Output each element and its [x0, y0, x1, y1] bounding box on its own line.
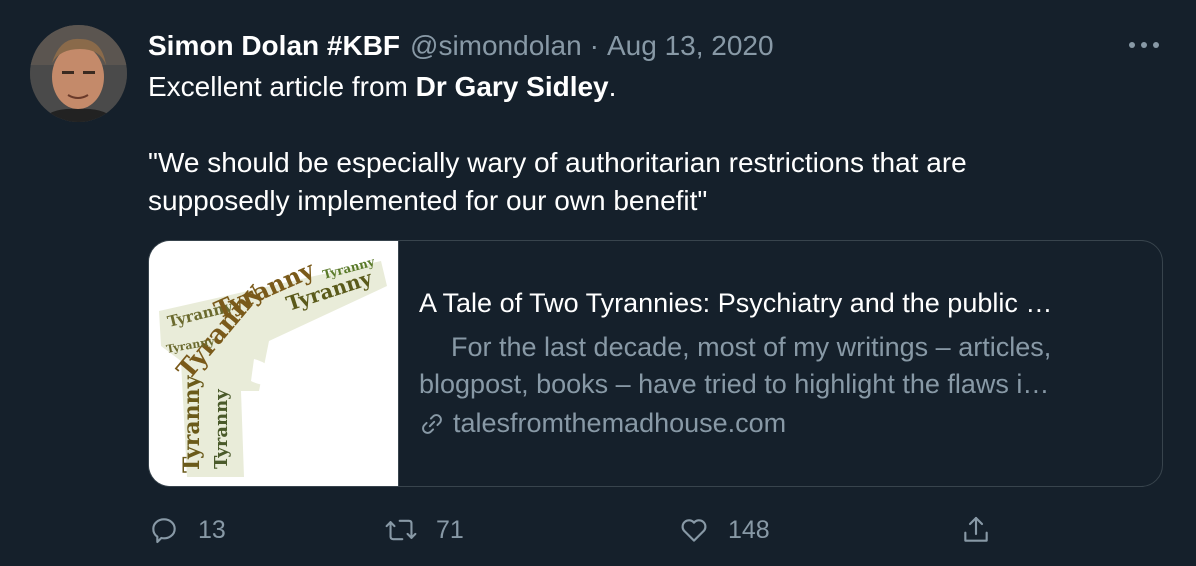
heart-icon	[681, 519, 707, 542]
reply-button[interactable]: 13	[148, 508, 226, 552]
link-card[interactable]: Tyranny Tyranny Tyranny Tyranny Tyranny …	[148, 240, 1163, 487]
author-handle[interactable]: @simondolan	[410, 30, 582, 62]
avatar[interactable]	[30, 25, 127, 122]
tweet-date[interactable]: Aug 13, 2020	[607, 30, 774, 62]
header-separator: ·	[589, 30, 599, 61]
card-description-line2: blogpost, books – have tried to highligh…	[419, 369, 1050, 399]
card-body: A Tale of Two Tyrannies: Psychiatry and …	[419, 285, 1139, 442]
quote-line-1: "We should be especially wary of authori…	[148, 147, 967, 178]
share-button[interactable]	[960, 508, 992, 552]
card-domain-text: talesfromthemadhouse.com	[453, 408, 787, 438]
avatar-photo	[30, 25, 127, 122]
tweet-text: Excellent article from Dr Gary Sidley. "…	[148, 68, 1148, 220]
word-tyranny-6: Tyranny	[179, 374, 205, 473]
retweet-count: 71	[436, 515, 464, 544]
quote-line-2: supposedly implemented for our own benef…	[148, 185, 708, 216]
tweet-text-line1: Excellent article from Dr Gary Sidley.	[148, 68, 1148, 106]
card-description: For the last decade, most of my writings…	[419, 329, 1139, 403]
card-title: A Tale of Two Tyrannies: Psychiatry and …	[419, 288, 1053, 318]
retweet-icon	[385, 519, 417, 541]
tweet-text-prefix: Excellent article from	[148, 71, 416, 102]
reply-icon	[152, 518, 176, 544]
mentioned-author: Dr Gary Sidley	[415, 71, 609, 102]
gun-word-cloud-image: Tyranny Tyranny Tyranny Tyranny Tyranny …	[149, 241, 398, 486]
link-icon	[422, 413, 442, 434]
card-domain: talesfromthemadhouse.com	[419, 405, 1139, 442]
share-icon	[964, 516, 988, 542]
text-gap	[148, 106, 1148, 144]
retweet-button[interactable]: 71	[384, 508, 464, 552]
author-name[interactable]: Simon Dolan #KBF	[148, 30, 400, 62]
tweet-text-suffix: .	[608, 71, 617, 102]
card-description-line1: For the last decade, most of my writings…	[451, 332, 1052, 362]
more-icon	[1129, 42, 1159, 48]
word-tyranny-7: Tyranny	[211, 389, 232, 469]
card-image: Tyranny Tyranny Tyranny Tyranny Tyranny …	[149, 241, 399, 486]
like-count: 148	[728, 515, 770, 544]
tweet-actions: 13 71 148	[148, 508, 1008, 552]
like-button[interactable]: 148	[678, 508, 770, 552]
tweet-header: Simon Dolan #KBF @simondolan · Aug 13, 2…	[148, 26, 774, 66]
reply-count: 13	[198, 515, 226, 544]
more-button[interactable]	[1126, 30, 1162, 60]
